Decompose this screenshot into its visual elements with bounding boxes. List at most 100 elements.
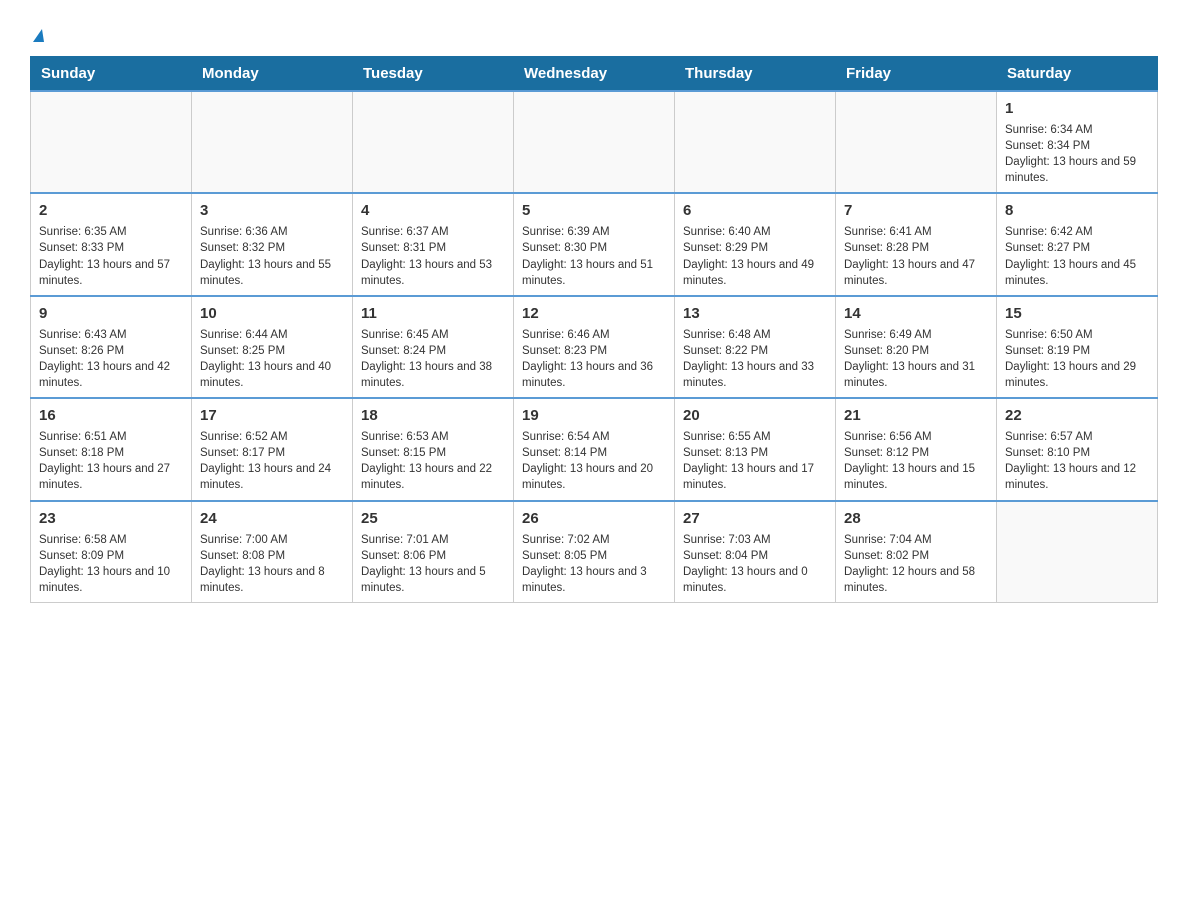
day-number: 7 bbox=[844, 200, 988, 221]
calendar-cell: 17Sunrise: 6:52 AMSunset: 8:17 PMDayligh… bbox=[192, 398, 353, 500]
calendar-cell: 15Sunrise: 6:50 AMSunset: 8:19 PMDayligh… bbox=[997, 296, 1158, 398]
day-number: 11 bbox=[361, 303, 505, 324]
day-number: 8 bbox=[1005, 200, 1149, 221]
day-info: Sunrise: 7:03 AM bbox=[683, 532, 827, 548]
calendar-header-thursday: Thursday bbox=[675, 57, 836, 92]
day-info: Sunrise: 6:36 AM bbox=[200, 224, 344, 240]
calendar-cell: 18 Sunrise: 6:53 AMSunset: 8:15 PMDayligh… bbox=[353, 398, 514, 500]
day-info: Daylight: 13 hours and 12 minutes. bbox=[1005, 461, 1149, 493]
day-number: 22 bbox=[1005, 405, 1149, 426]
calendar-cell: 3Sunrise: 6:36 AMSunset: 8:32 PMDaylight… bbox=[192, 193, 353, 295]
day-info: Sunset: 8:06 PM bbox=[361, 548, 505, 564]
day-info: Sunrise: 6:39 AM bbox=[522, 224, 666, 240]
day-info: Sunrise: 7:02 AM bbox=[522, 532, 666, 548]
day-info: Sunset: 8:17 PM bbox=[200, 445, 344, 461]
day-number: 5 bbox=[522, 200, 666, 221]
day-info: Sunrise: 6:34 AM bbox=[1005, 122, 1149, 138]
day-info: Sunrise: 6:42 AM bbox=[1005, 224, 1149, 240]
day-info: Daylight: 13 hours and 42 minutes. bbox=[39, 359, 183, 391]
week-row-5: 23Sunrise: 6:58 AMSunset: 8:09 PMDayligh… bbox=[31, 501, 1158, 603]
day-info: Sunrise: 6:53 AM bbox=[361, 429, 505, 445]
week-row-4: 16Sunrise: 6:51 AMSunset: 8:18 PMDayligh… bbox=[31, 398, 1158, 500]
calendar-header-sunday: Sunday bbox=[31, 57, 192, 92]
day-info: Sunset: 8:25 PM bbox=[200, 343, 344, 359]
calendar-cell bbox=[514, 91, 675, 193]
day-info: Sunset: 8:19 PM bbox=[1005, 343, 1149, 359]
day-info: Sunrise: 6:43 AM bbox=[39, 327, 183, 343]
day-info: Daylight: 13 hours and 59 minutes. bbox=[1005, 154, 1149, 186]
calendar-table: SundayMondayTuesdayWednesdayThursdayFrid… bbox=[30, 56, 1158, 603]
calendar-cell: 6Sunrise: 6:40 AMSunset: 8:29 PMDaylight… bbox=[675, 193, 836, 295]
day-info: Daylight: 13 hours and 8 minutes. bbox=[200, 564, 344, 596]
day-info: Sunset: 8:12 PM bbox=[844, 445, 988, 461]
calendar-cell: 27Sunrise: 7:03 AMSunset: 8:04 PMDayligh… bbox=[675, 501, 836, 603]
day-info: Daylight: 13 hours and 38 minutes. bbox=[361, 359, 505, 391]
day-number: 1 bbox=[1005, 98, 1149, 119]
calendar-cell: 26Sunrise: 7:02 AMSunset: 8:05 PMDayligh… bbox=[514, 501, 675, 603]
day-number: 14 bbox=[844, 303, 988, 324]
day-info: Daylight: 13 hours and 22 minutes. bbox=[361, 461, 505, 493]
calendar-header-saturday: Saturday bbox=[997, 57, 1158, 92]
day-number: 4 bbox=[361, 200, 505, 221]
day-number: 18 bbox=[361, 405, 505, 426]
calendar-cell: 7Sunrise: 6:41 AMSunset: 8:28 PMDaylight… bbox=[836, 193, 997, 295]
calendar-cell: 5Sunrise: 6:39 AMSunset: 8:30 PMDaylight… bbox=[514, 193, 675, 295]
day-info: Daylight: 13 hours and 47 minutes. bbox=[844, 257, 988, 289]
day-info: Sunset: 8:02 PM bbox=[844, 548, 988, 564]
day-info: Sunset: 8:31 PM bbox=[361, 240, 505, 256]
day-info: Daylight: 13 hours and 15 minutes. bbox=[844, 461, 988, 493]
day-number: 17 bbox=[200, 405, 344, 426]
day-info: Daylight: 13 hours and 40 minutes. bbox=[200, 359, 344, 391]
calendar-cell: 22Sunrise: 6:57 AMSunset: 8:10 PMDayligh… bbox=[997, 398, 1158, 500]
day-info: Sunrise: 6:51 AM bbox=[39, 429, 183, 445]
day-info: Sunrise: 6:49 AM bbox=[844, 327, 988, 343]
day-info: Sunset: 8:29 PM bbox=[683, 240, 827, 256]
day-info: Sunset: 8:33 PM bbox=[39, 240, 183, 256]
day-info: Sunrise: 6:58 AM bbox=[39, 532, 183, 548]
calendar-cell: 16Sunrise: 6:51 AMSunset: 8:18 PMDayligh… bbox=[31, 398, 192, 500]
day-number: 24 bbox=[200, 508, 344, 529]
day-info: Sunrise: 6:50 AM bbox=[1005, 327, 1149, 343]
day-info: Sunset: 8:24 PM bbox=[361, 343, 505, 359]
day-info: Sunrise: 6:37 AM bbox=[361, 224, 505, 240]
day-info: Sunset: 8:22 PM bbox=[683, 343, 827, 359]
day-info: Sunset: 8:08 PM bbox=[200, 548, 344, 564]
day-info: Daylight: 13 hours and 17 minutes. bbox=[683, 461, 827, 493]
day-number: 20 bbox=[683, 405, 827, 426]
calendar-header-monday: Monday bbox=[192, 57, 353, 92]
day-info: Daylight: 13 hours and 10 minutes. bbox=[39, 564, 183, 596]
calendar-cell bbox=[192, 91, 353, 193]
day-info: Sunset: 8:15 PM bbox=[361, 445, 505, 461]
day-info: Daylight: 13 hours and 57 minutes. bbox=[39, 257, 183, 289]
day-number: 21 bbox=[844, 405, 988, 426]
day-info: Sunrise: 6:48 AM bbox=[683, 327, 827, 343]
day-info: Sunset: 8:18 PM bbox=[39, 445, 183, 461]
day-info: Daylight: 13 hours and 53 minutes. bbox=[361, 257, 505, 289]
day-number: 23 bbox=[39, 508, 183, 529]
day-info: Sunrise: 7:01 AM bbox=[361, 532, 505, 548]
day-info: Sunset: 8:13 PM bbox=[683, 445, 827, 461]
day-info: Sunset: 8:05 PM bbox=[522, 548, 666, 564]
day-info: Sunset: 8:32 PM bbox=[200, 240, 344, 256]
calendar-cell: 12Sunrise: 6:46 AMSunset: 8:23 PMDayligh… bbox=[514, 296, 675, 398]
day-info: Sunset: 8:04 PM bbox=[683, 548, 827, 564]
calendar-cell: 10Sunrise: 6:44 AMSunset: 8:25 PMDayligh… bbox=[192, 296, 353, 398]
day-number: 2 bbox=[39, 200, 183, 221]
day-info: Sunset: 8:30 PM bbox=[522, 240, 666, 256]
calendar-cell bbox=[675, 91, 836, 193]
day-info: Daylight: 13 hours and 5 minutes. bbox=[361, 564, 505, 596]
calendar-cell bbox=[997, 501, 1158, 603]
day-info: Sunrise: 6:40 AM bbox=[683, 224, 827, 240]
calendar-cell: 13Sunrise: 6:48 AMSunset: 8:22 PMDayligh… bbox=[675, 296, 836, 398]
day-number: 19 bbox=[522, 405, 666, 426]
day-number: 26 bbox=[522, 508, 666, 529]
calendar-cell: 8Sunrise: 6:42 AMSunset: 8:27 PMDaylight… bbox=[997, 193, 1158, 295]
calendar-cell: 2Sunrise: 6:35 AMSunset: 8:33 PMDaylight… bbox=[31, 193, 192, 295]
calendar-cell: 24Sunrise: 7:00 AMSunset: 8:08 PMDayligh… bbox=[192, 501, 353, 603]
logo bbox=[30, 20, 44, 46]
day-info: Daylight: 13 hours and 29 minutes. bbox=[1005, 359, 1149, 391]
day-info: Daylight: 13 hours and 55 minutes. bbox=[200, 257, 344, 289]
calendar-cell: 4 Sunrise: 6:37 AMSunset: 8:31 PMDaylight… bbox=[353, 193, 514, 295]
day-info: Sunrise: 6:46 AM bbox=[522, 327, 666, 343]
week-row-1: 1Sunrise: 6:34 AMSunset: 8:34 PMDaylight… bbox=[31, 91, 1158, 193]
